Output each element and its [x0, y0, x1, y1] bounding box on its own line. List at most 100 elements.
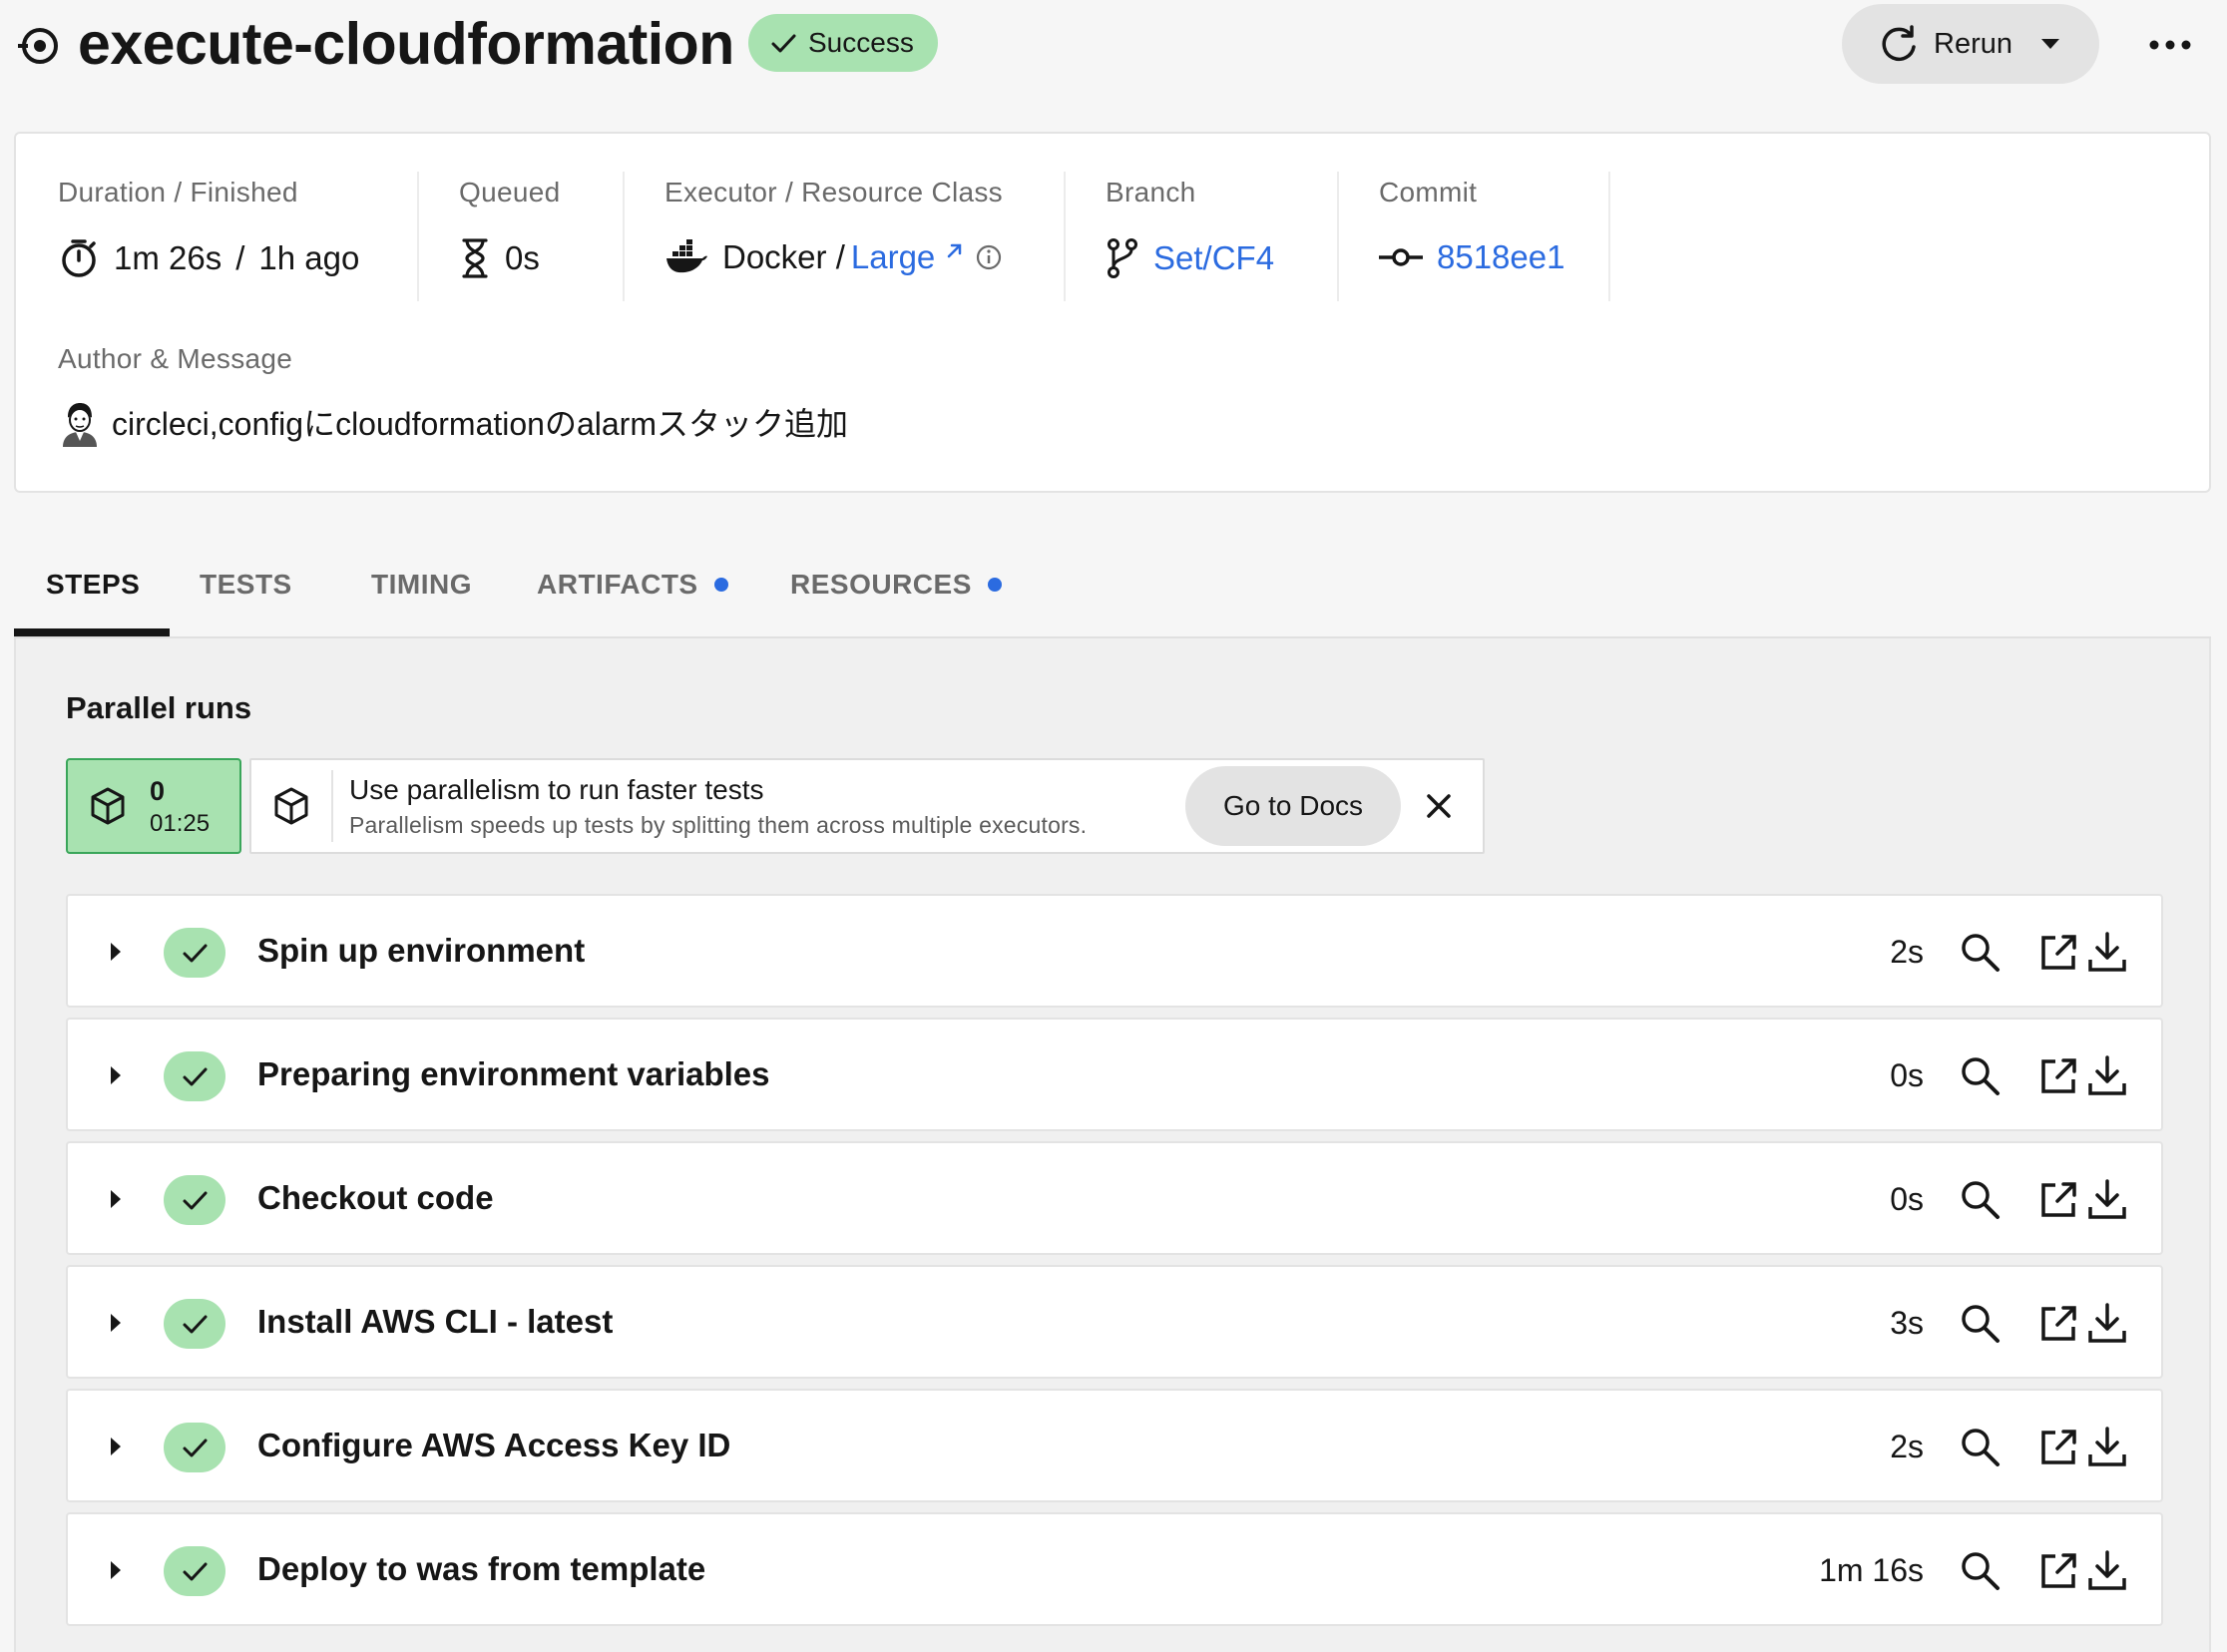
banner-title: Use parallelism to run faster tests — [349, 774, 764, 805]
run-time: 01:25 — [150, 810, 211, 837]
meta-divider — [1337, 172, 1339, 301]
expand-triangle-icon[interactable] — [110, 1437, 122, 1456]
search-icon[interactable] — [1958, 1053, 2002, 1097]
duration-label: Duration / Finished — [58, 177, 298, 207]
go-to-docs-button[interactable]: Go to Docs — [1185, 766, 1401, 846]
expand-triangle-icon[interactable] — [110, 1189, 122, 1209]
branch-icon — [1108, 238, 1137, 278]
search-icon[interactable] — [1958, 1425, 2002, 1468]
more-options-button[interactable] — [2145, 20, 2195, 70]
external-link-icon[interactable] — [2037, 930, 2081, 974]
rerun-button[interactable]: Rerun — [1842, 4, 2099, 84]
executor-label: Executor / Resource Class — [665, 177, 1003, 207]
step-success-badge — [164, 1423, 225, 1472]
duration-meta: Duration / Finished 1m 26s / 1h ago — [58, 176, 359, 277]
check-icon — [183, 1067, 208, 1086]
info-icon[interactable] — [975, 243, 1003, 271]
download-icon[interactable] — [2085, 1053, 2129, 1097]
step-name: Preparing environment variables — [257, 1055, 770, 1092]
tab-steps[interactable]: STEPS — [46, 569, 140, 601]
avatar — [63, 403, 97, 447]
tab-label: ARTIFACTS — [537, 569, 698, 600]
tab-label: TESTS — [200, 569, 292, 600]
meta-divider — [1064, 172, 1066, 301]
step-row[interactable]: Deploy to was from template 1m 16s — [66, 1512, 2163, 1626]
docker-icon — [667, 239, 707, 273]
commit-link[interactable]: 8518ee1 — [1437, 237, 1564, 277]
external-link-icon[interactable] — [2037, 1425, 2081, 1468]
step-name: Configure AWS Access Key ID — [257, 1427, 731, 1463]
step-row[interactable]: Preparing environment variables 0s — [66, 1018, 2163, 1131]
expand-triangle-icon[interactable] — [110, 1313, 122, 1333]
banner-divider — [331, 770, 333, 842]
step-success-badge — [164, 928, 225, 978]
job-title: execute-cloudformation — [78, 11, 734, 77]
box-icon — [274, 787, 308, 825]
check-icon — [183, 1439, 208, 1457]
commit-meta: Commit 8518ee1 — [1379, 176, 1564, 275]
search-icon[interactable] — [1958, 1177, 2002, 1221]
duration-separator: / — [235, 239, 245, 276]
step-duration: 2s — [1890, 934, 1924, 970]
download-icon[interactable] — [2085, 1548, 2129, 1592]
step-duration: 1m 16s — [1819, 1552, 1924, 1588]
hourglass-icon — [462, 238, 488, 278]
resource-class-link[interactable]: Large — [851, 237, 935, 277]
parallelism-banner: Use parallelism to run faster tests Para… — [249, 758, 1485, 854]
search-icon[interactable] — [1958, 1301, 2002, 1345]
banner-subtitle: Parallelism speeds up tests by splitting… — [349, 812, 1088, 838]
status-badge: Success — [748, 14, 938, 72]
expand-triangle-icon[interactable] — [110, 942, 122, 962]
check-icon — [771, 34, 796, 53]
step-name: Install AWS CLI - latest — [257, 1303, 614, 1340]
commit-message: circleci,configにcloudformationのalarmスタック… — [112, 406, 848, 442]
external-link-icon[interactable] — [2037, 1053, 2081, 1097]
tab-tests[interactable]: TESTS — [200, 569, 292, 601]
box-icon — [91, 787, 125, 825]
step-success-badge — [164, 1546, 225, 1596]
more-icon — [2149, 40, 2191, 50]
check-icon — [183, 1191, 208, 1210]
parallel-runs-title: Parallel runs — [66, 690, 252, 725]
expand-triangle-icon[interactable] — [110, 1065, 122, 1085]
external-link-icon[interactable] — [2037, 1301, 2081, 1345]
check-icon — [183, 944, 208, 963]
download-icon[interactable] — [2085, 1425, 2129, 1468]
commit-label: Commit — [1379, 177, 1478, 207]
external-link-icon[interactable] — [2037, 1177, 2081, 1221]
close-icon[interactable] — [1419, 786, 1459, 826]
download-icon[interactable] — [2085, 930, 2129, 974]
parallel-run-tile[interactable]: 0 01:25 — [66, 758, 241, 854]
commit-icon — [1379, 248, 1423, 266]
step-name: Deploy to was from template — [257, 1550, 706, 1587]
download-icon[interactable] — [2085, 1177, 2129, 1221]
branch-value: Set/CF4 — [1106, 237, 1274, 279]
search-icon[interactable] — [1958, 1548, 2002, 1592]
stopwatch-icon — [62, 239, 96, 277]
meta-divider — [623, 172, 625, 301]
tab-indicator-dot — [713, 578, 728, 592]
finished-text: 1h ago — [258, 239, 360, 276]
branch-meta: Branch Set/CF4 — [1106, 176, 1274, 278]
tab-resources[interactable]: RESOURCES — [790, 569, 1002, 601]
caret-down-icon — [2041, 39, 2059, 49]
step-row[interactable]: Configure AWS Access Key ID 2s — [66, 1389, 2163, 1502]
queued-meta: Queued 0s — [459, 176, 560, 278]
download-icon[interactable] — [2085, 1301, 2129, 1345]
external-link-icon[interactable] — [943, 240, 965, 262]
step-success-badge — [164, 1299, 225, 1349]
step-row[interactable]: Spin up environment 2s — [66, 894, 2163, 1008]
run-index: 0 — [150, 776, 166, 806]
expand-triangle-icon[interactable] — [110, 1560, 122, 1580]
tab-timing[interactable]: TIMING — [371, 569, 472, 601]
job-tabs: STEPS TESTS TIMING ARTIFACTS RESOURCES — [14, 539, 2211, 636]
queued-value: 0s — [459, 237, 540, 279]
step-row[interactable]: Checkout code 0s — [66, 1141, 2163, 1255]
tab-artifacts[interactable]: ARTIFACTS — [537, 569, 728, 601]
rerun-icon — [1882, 25, 1916, 62]
step-row[interactable]: Install AWS CLI - latest 3s — [66, 1265, 2163, 1379]
external-link-icon[interactable] — [2037, 1548, 2081, 1592]
branch-link[interactable]: Set/CF4 — [1153, 238, 1274, 278]
commit-value: 8518ee1 — [1379, 237, 1564, 277]
search-icon[interactable] — [1958, 930, 2002, 974]
